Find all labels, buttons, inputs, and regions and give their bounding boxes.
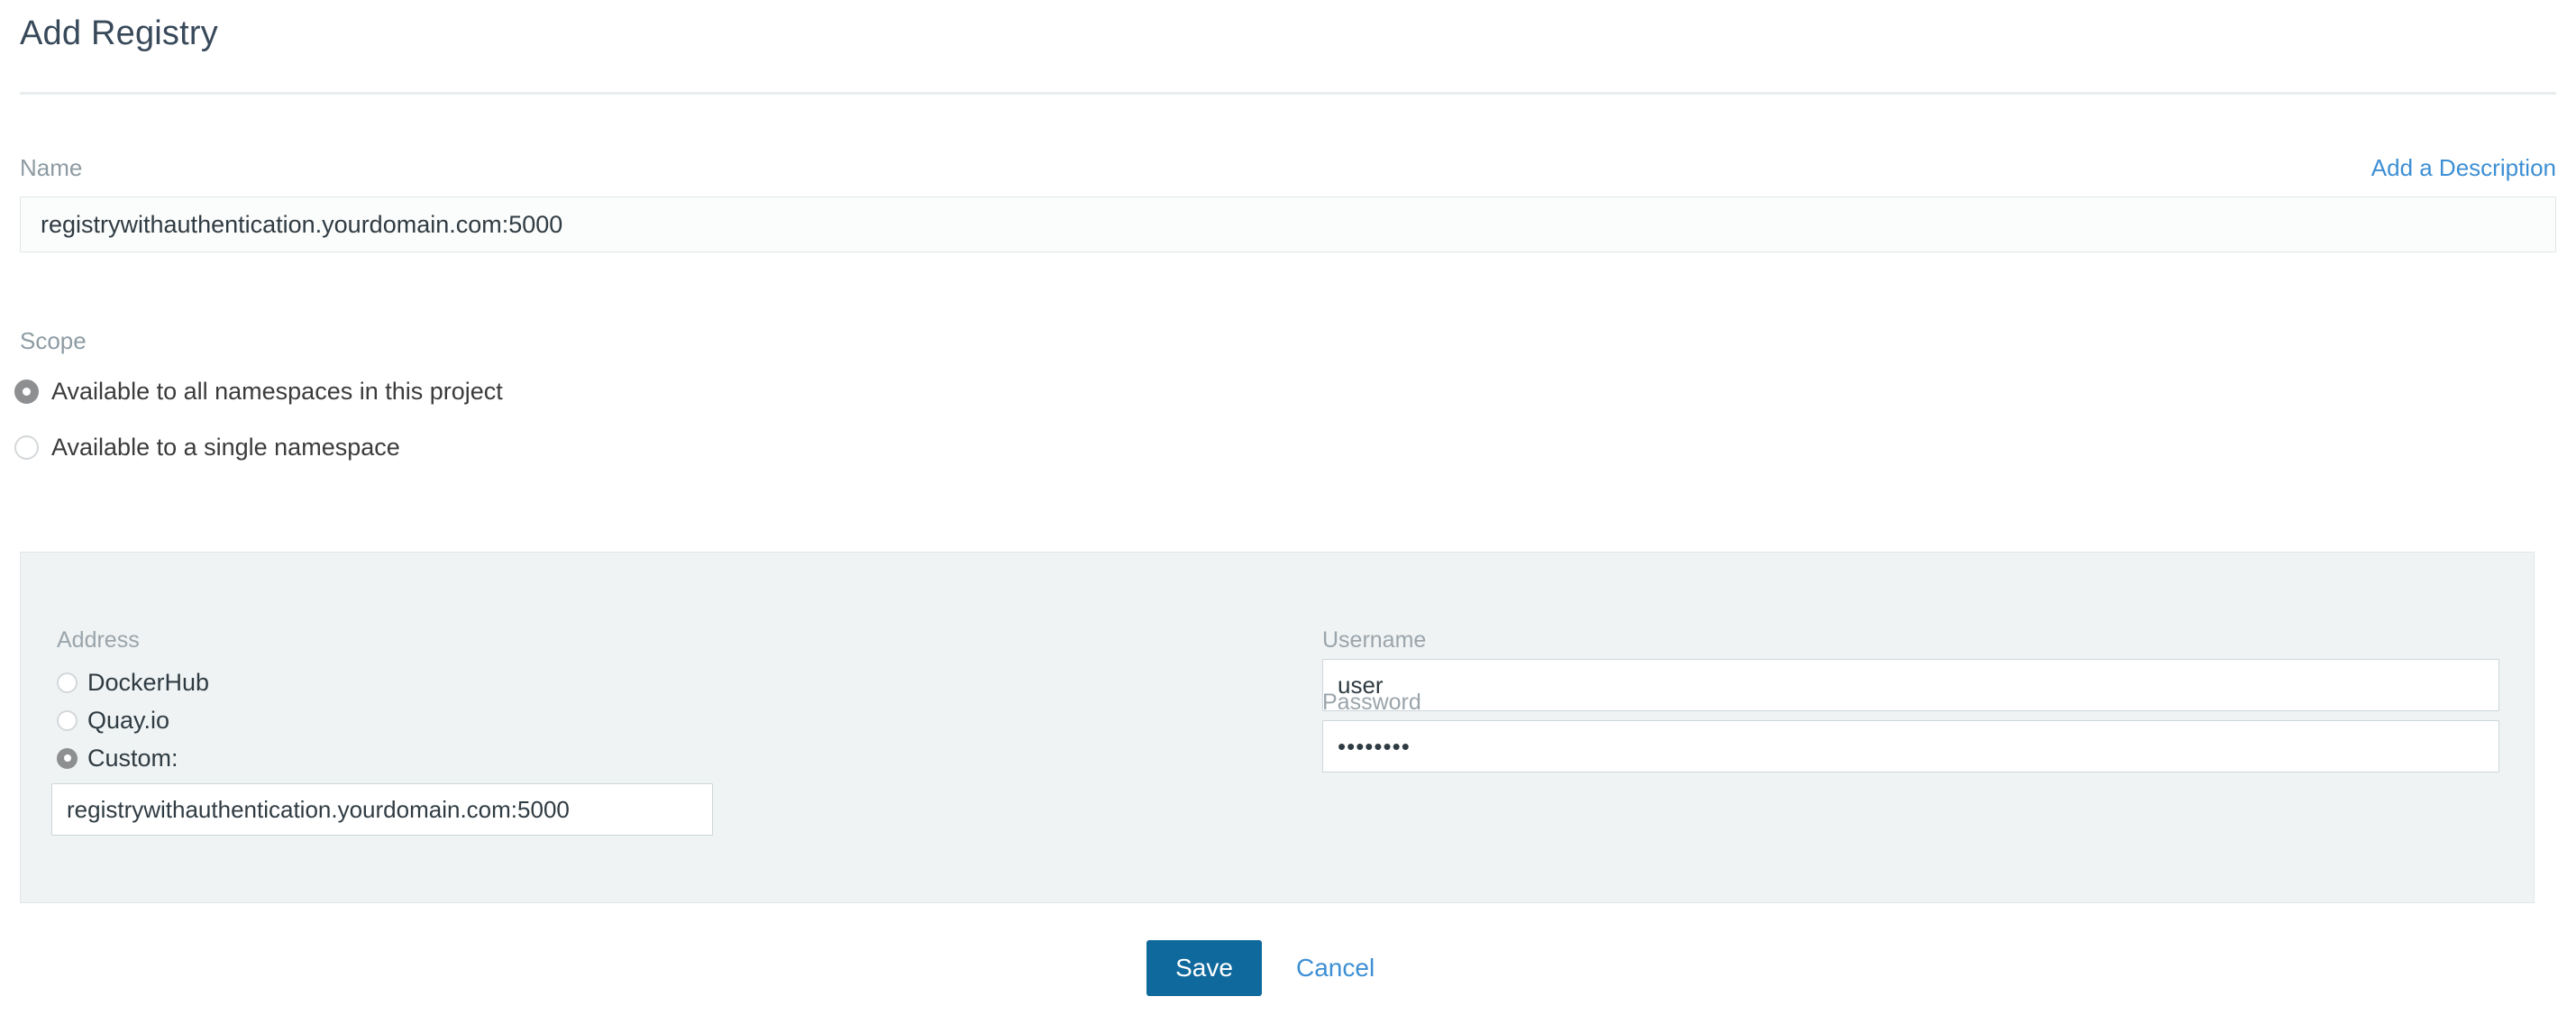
cancel-link[interactable]: Cancel — [1296, 940, 1375, 996]
address-option-dockerhub[interactable]: DockerHub — [57, 668, 209, 697]
address-option-custom[interactable]: Custom: — [57, 744, 178, 772]
address-option-label: Quay.io — [87, 707, 170, 734]
name-field-label: Name — [20, 154, 83, 181]
scope-option-label: Available to all namespaces in this proj… — [51, 378, 503, 405]
save-button[interactable]: Save — [1146, 940, 1262, 996]
radio-selected-icon[interactable] — [57, 747, 78, 769]
address-option-label: DockerHub — [87, 669, 210, 696]
add-registry-page: Add Registry Name Add a Description Scop… — [0, 0, 2576, 1033]
custom-registry-address-input[interactable] — [51, 783, 713, 836]
password-input[interactable] — [1322, 720, 2499, 772]
scope-label: Scope — [20, 327, 87, 354]
username-label: Username — [1322, 627, 1427, 653]
registry-name-input[interactable] — [20, 197, 2556, 252]
radio-unselected-icon[interactable] — [14, 434, 39, 460]
page-title: Add Registry — [20, 14, 218, 52]
radio-selected-icon[interactable] — [14, 379, 39, 404]
credentials-panel: Address DockerHub Quay.io Custom: Userna… — [20, 552, 2535, 903]
address-option-label: Custom: — [87, 745, 178, 772]
radio-unselected-icon[interactable] — [57, 709, 78, 731]
radio-unselected-icon[interactable] — [57, 672, 78, 693]
address-option-quayio[interactable]: Quay.io — [57, 706, 169, 735]
header-divider — [20, 92, 2556, 95]
scope-option-label: Available to a single namespace — [51, 434, 400, 461]
password-label: Password — [1322, 690, 1421, 715]
scope-option-all-namespaces[interactable]: Available to all namespaces in this proj… — [14, 377, 503, 406]
username-input[interactable] — [1322, 659, 2499, 711]
scope-option-single-namespace[interactable]: Available to a single namespace — [14, 433, 400, 462]
add-a-description-link[interactable]: Add a Description — [2371, 153, 2556, 182]
address-label: Address — [57, 627, 140, 653]
